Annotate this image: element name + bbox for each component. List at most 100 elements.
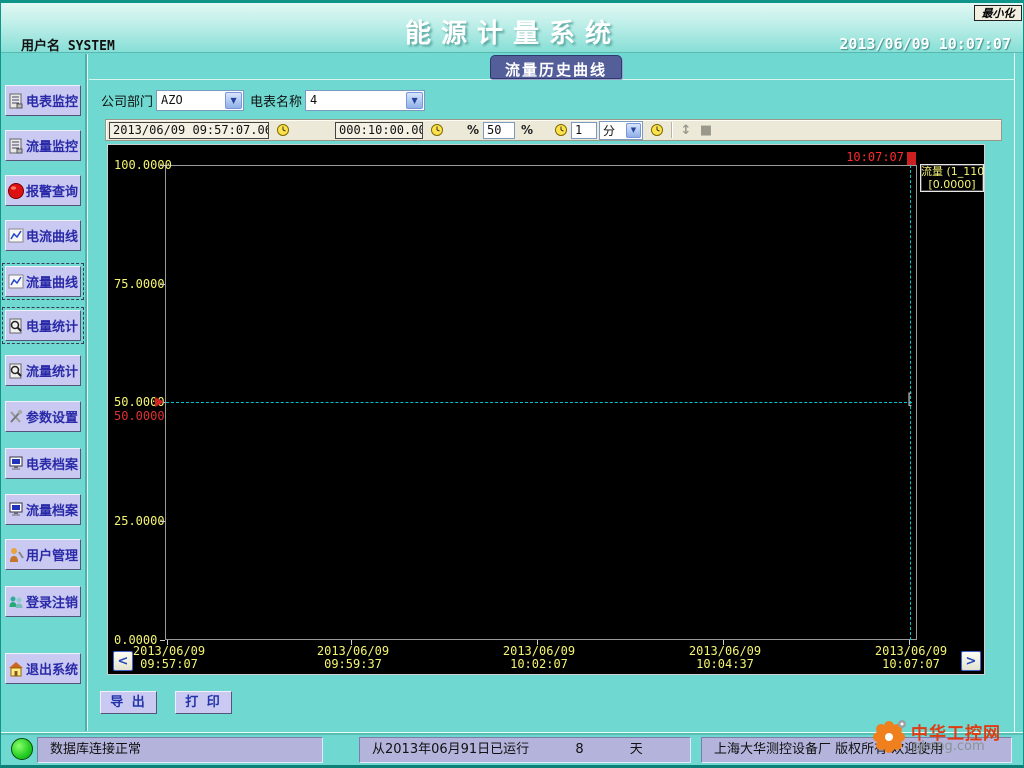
interval-input[interactable]: 1 — [571, 122, 597, 139]
flow-curve-icon — [7, 273, 26, 291]
x-tick-label: 2013/06/0910:04:37 — [689, 645, 761, 671]
clock-icon — [276, 123, 290, 137]
sidebar-item-label: 流量档案 — [26, 500, 78, 519]
apply-clock-button[interactable] — [647, 121, 667, 139]
db-status-panel: 数据库连接正常 — [37, 737, 323, 763]
meter-archive-icon — [7, 455, 26, 473]
chart-legend: 流量 (1_110 [0.0000] — [920, 164, 984, 192]
sidebar-item-flow-archive[interactable]: 流量档案 — [5, 494, 81, 525]
watermark-site-domain: gkong.com — [913, 739, 985, 754]
sidebar-item-label: 电量统计 — [26, 316, 78, 335]
cursor-top-marker[interactable] — [907, 152, 916, 165]
y-tick-label: 25.0000 — [114, 514, 166, 528]
runtime-panel: 从2013年06月91日已运行 8 天 — [359, 737, 691, 763]
x-tick-label: 2013/06/0909:57:07 — [133, 645, 205, 671]
sidebar-item-label: 退出系统 — [26, 659, 78, 678]
sidebar-item-label: 电表档案 — [26, 454, 78, 473]
y-tick — [160, 521, 165, 522]
dept-select[interactable]: AZO ▼ — [156, 90, 244, 111]
export-button[interactable]: 导 出 — [100, 691, 157, 714]
time-span-field[interactable]: 000:10:00.000 — [335, 122, 423, 139]
clock-icon — [554, 123, 568, 137]
minimize-button[interactable]: 最小化 — [974, 5, 1022, 21]
gear-flower-icon — [869, 713, 911, 759]
login-logout-icon — [7, 593, 26, 611]
percent-increase-button[interactable]: % — [517, 121, 537, 139]
sidebar-item-meter-archive[interactable]: 电表档案 — [5, 448, 81, 479]
alarm-query-icon — [7, 182, 26, 200]
sidebar-item-user-manage[interactable]: 用户管理 — [5, 539, 81, 570]
sidebar-item-label: 登录注销 — [26, 592, 78, 611]
sidebar-item-label: 流量监控 — [26, 136, 78, 155]
interval-unit-value: 分 — [600, 122, 625, 139]
user-manage-icon — [7, 546, 26, 564]
flow-archive-icon — [7, 501, 26, 519]
sidebar-item-login-logout[interactable]: 登录注销 — [5, 586, 81, 617]
dept-select-value: AZO — [157, 93, 224, 107]
cursor-time-label: 10:07:07 — [826, 150, 904, 164]
cursor-value-label: 50.0000 — [114, 409, 166, 423]
meter-label: 电表名称 — [250, 91, 302, 110]
sidebar-item-current-curve[interactable]: 电流曲线 — [5, 220, 81, 251]
x-tick-label: 2013/06/0910:02:07 — [503, 645, 575, 671]
runtime-days: 8 — [575, 742, 583, 757]
print-button[interactable]: 打 印 — [175, 691, 232, 714]
param-settings-icon — [7, 408, 26, 426]
percent-decrease-button[interactable]: % — [463, 121, 483, 139]
meter-select[interactable]: 4 ▼ — [305, 90, 425, 111]
sidebar-item-flow-curve[interactable]: 流量曲线 — [5, 266, 81, 297]
start-time-clock-button[interactable] — [273, 121, 293, 139]
clock-icon — [430, 123, 444, 137]
cursor-left-marker[interactable] — [155, 397, 164, 407]
trend-chart[interactable]: 100.0000 75.0000 50.0000 25.0000 0.0000 … — [107, 144, 985, 675]
sidebar: 电表监控 流量监控 报警查询 电流曲线 流量曲线 电量统计 流量统计 参数设置 — [1, 54, 88, 731]
username-label: 用户名 SYSTEM — [21, 35, 115, 54]
sidebar-item-alarm-query[interactable]: 报警查询 — [5, 175, 81, 206]
flow-monitor-icon — [7, 137, 26, 155]
horizontal-cursor-line[interactable] — [166, 402, 912, 403]
tab-flow-history-curve[interactable]: 流量历史曲线 — [490, 55, 622, 79]
percent-input[interactable]: 50 — [483, 122, 515, 139]
chevron-down-icon[interactable]: ▼ — [406, 92, 423, 109]
sidebar-item-flow-stats[interactable]: 流量统计 — [5, 355, 81, 386]
db-status-led — [11, 738, 33, 760]
interval-unit-select[interactable]: 分 ▼ — [599, 121, 643, 140]
sidebar-item-flow-monitor[interactable]: 流量监控 — [5, 130, 81, 161]
save-snapshot-button: ■ — [696, 121, 716, 139]
x-tick-label: 2013/06/0910:07:07 — [875, 645, 947, 671]
time-span-clock-button[interactable] — [427, 121, 447, 139]
chevron-down-icon[interactable]: ▼ — [225, 92, 242, 109]
goto-latest-button: ↕ — [676, 121, 696, 139]
x-tick-label: 2013/06/0909:59:37 — [317, 645, 389, 671]
app-window: 能源计量系统 用户名 SYSTEM 2013/06/09 10:07:07 最小… — [0, 0, 1024, 768]
start-time-field[interactable]: 2013/06/09 09:57:07.062 — [109, 122, 269, 139]
gkong-watermark: 中华工控网 gkong.com — [869, 713, 1019, 761]
scroll-right-button[interactable]: > — [961, 651, 981, 671]
sidebar-item-label: 流量统计 — [26, 361, 78, 380]
interval-clock-button[interactable] — [551, 121, 571, 139]
sidebar-item-label: 报警查询 — [26, 181, 78, 200]
sidebar-item-meter-monitor[interactable]: 电表监控 — [5, 85, 81, 116]
cursor-handle[interactable]: [ — [905, 390, 914, 408]
flow-stats-icon — [7, 362, 26, 380]
sidebar-item-label: 电流曲线 — [26, 226, 78, 245]
y-tick-label: 75.0000 — [114, 277, 166, 291]
sidebar-item-power-stats[interactable]: 电量统计 — [5, 310, 81, 341]
exit-system-icon — [7, 660, 26, 678]
power-stats-icon — [7, 317, 26, 335]
dept-label: 公司部门 — [101, 91, 153, 110]
meter-monitor-icon — [7, 92, 26, 110]
scroll-left-button[interactable]: < — [113, 651, 133, 671]
current-curve-icon — [7, 227, 26, 245]
sidebar-item-exit-system[interactable]: 退出系统 — [5, 653, 81, 684]
runtime-unit: 天 — [630, 742, 643, 757]
datetime-display: 2013/06/09 10:07:07 — [839, 35, 1011, 53]
toolbar-separator — [671, 122, 672, 138]
chevron-down-icon[interactable]: ▼ — [626, 123, 641, 138]
y-tick — [160, 640, 165, 641]
y-tick-label: 100.0000 — [114, 158, 166, 172]
sidebar-item-label: 电表监控 — [26, 91, 78, 110]
y-tick — [160, 284, 165, 285]
y-tick — [160, 165, 165, 166]
sidebar-item-param-settings[interactable]: 参数设置 — [5, 401, 81, 432]
